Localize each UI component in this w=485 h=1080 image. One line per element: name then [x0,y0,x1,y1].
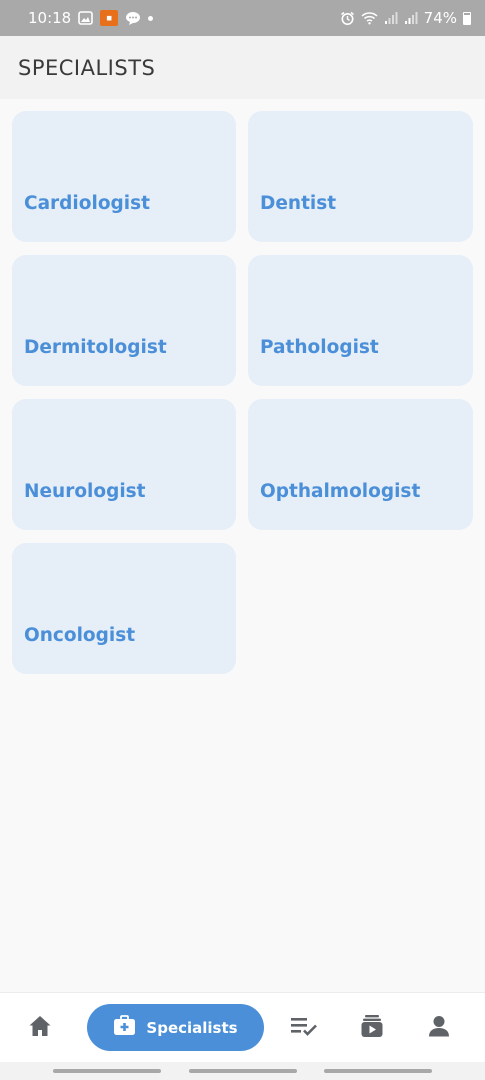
specialist-label: Dentist [260,193,337,214]
recent-apps-handle[interactable] [53,1069,161,1073]
more-notifications-dot-icon [148,15,154,21]
checklist-icon [290,1015,318,1042]
person-icon [428,1015,450,1042]
specialist-card-pathologist[interactable]: Pathologist [248,255,473,386]
app-header: SPECIALISTS [0,36,485,99]
back-handle[interactable] [324,1069,432,1073]
specialist-label: Oncologist [24,625,136,646]
chat-icon [125,11,141,26]
nav-specialists-button[interactable]: Specialists [87,1004,264,1051]
specialist-card-dentist[interactable]: Dentist [248,111,473,242]
specialist-label: Dermitologist [24,337,167,358]
specialist-card-oncologist[interactable]: Oncologist [12,543,236,674]
media-library-icon [361,1014,383,1043]
specialist-label: Opthalmologist [260,481,421,502]
specialist-label: Pathologist [260,337,379,358]
specialist-card-cardiologist[interactable]: Cardiologist [12,111,236,242]
home-handle[interactable] [189,1069,297,1073]
specialist-card-opthalmologist[interactable]: Opthalmologist [248,399,473,530]
nav-home-button[interactable] [22,993,58,1063]
nav-media-button[interactable] [354,993,390,1063]
alarm-icon [340,11,355,26]
medical-bag-icon [113,1014,136,1041]
system-navigation-bar [0,1062,485,1080]
battery-icon [463,11,471,25]
specialist-label: Neurologist [24,481,146,502]
status-time: 10:18 [28,9,72,27]
page-title: SPECIALISTS [18,55,156,80]
nav-profile-button[interactable] [421,993,457,1063]
specialists-grid: Cardiologist Dentist Dermitologist Patho… [12,111,473,674]
signal-icon [404,11,418,25]
wifi-icon [361,11,378,25]
signal-icon [384,11,398,25]
bottom-navigation: Specialists [0,992,485,1062]
status-bar: 10:18 ◼ 74% [0,0,485,36]
nav-checklist-button[interactable] [286,993,322,1063]
notification-app-icon: ◼ [100,10,119,26]
specialist-label: Cardiologist [24,193,150,214]
specialist-card-neurologist[interactable]: Neurologist [12,399,236,530]
gallery-icon [78,11,94,25]
battery-percentage: 74% [423,9,457,27]
specialist-card-dermitologist[interactable]: Dermitologist [12,255,236,386]
nav-specialists-label: Specialists [146,1018,238,1037]
home-icon [28,1014,52,1043]
